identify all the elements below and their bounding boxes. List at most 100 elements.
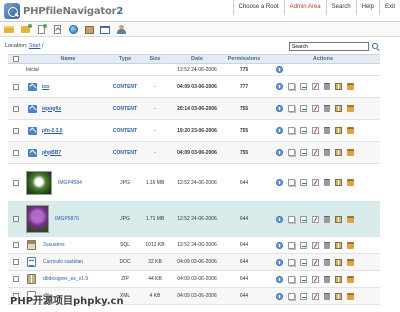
edit-icon[interactable] — [312, 179, 319, 186]
folder-row[interactable]: iepngfix CONTENT - 20:14 03-06-2006 755 — [8, 98, 380, 120]
row-checkbox[interactable] — [13, 242, 19, 248]
globe-icon[interactable] — [67, 24, 79, 35]
permissions-lock-icon[interactable] — [347, 215, 354, 223]
delete-icon[interactable] — [324, 258, 330, 266]
row-checkbox[interactable] — [13, 276, 19, 282]
compress-icon[interactable] — [335, 149, 342, 156]
rename-icon[interactable] — [300, 258, 307, 266]
edit-icon[interactable] — [312, 83, 319, 90]
nav-choose-root[interactable]: Choose a Root — [232, 0, 284, 15]
delete-icon[interactable] — [324, 127, 330, 134]
select-all-checkbox[interactable] — [13, 56, 19, 62]
nav-exit[interactable]: Exit — [378, 0, 400, 15]
permissions-lock-icon[interactable] — [347, 241, 354, 249]
row-name[interactable]: IMGP4584 — [58, 180, 82, 186]
row-name[interactable]: Curriculo castelan — [43, 259, 83, 265]
info-icon[interactable] — [276, 66, 283, 73]
edit-icon[interactable] — [312, 149, 319, 156]
edit-icon[interactable] — [312, 127, 319, 134]
info-icon[interactable] — [276, 127, 283, 134]
compress-icon[interactable] — [335, 83, 342, 90]
compress-icon[interactable] — [335, 241, 342, 249]
file-row[interactable]: Curriculo castelan DOC 32 KB 04:09 03-06-20… — [8, 254, 380, 271]
info-icon[interactable] — [276, 83, 283, 90]
row-name[interactable]: iepngfix — [42, 106, 61, 112]
row-checkbox[interactable] — [13, 259, 19, 265]
search-input[interactable] — [289, 42, 369, 51]
compress-icon[interactable] — [335, 275, 342, 283]
copy-icon[interactable] — [288, 215, 295, 223]
image-thumbnail[interactable] — [26, 205, 49, 233]
copy-icon[interactable] — [288, 83, 295, 90]
delete-icon[interactable] — [324, 275, 330, 283]
logo[interactable]: PHPfileNavigator2 — [4, 2, 123, 20]
file-row[interactable]: 2usuarios SQL 1012 KB 12:52 24-06-2006 644 — [8, 237, 380, 254]
file-row[interactable]: dbdesigner_es_v1.9 ZIP 44 KB 04:09 03-06-20… — [8, 271, 380, 288]
header-type[interactable]: Type — [112, 56, 138, 62]
info-icon[interactable] — [276, 241, 283, 249]
delete-icon[interactable] — [324, 179, 330, 186]
rename-icon[interactable] — [300, 83, 307, 90]
rename-icon[interactable] — [300, 105, 307, 112]
header-date[interactable]: Date — [172, 56, 222, 62]
delete-icon[interactable] — [324, 241, 330, 249]
header-permissions[interactable]: Permissions — [222, 56, 266, 62]
info-icon[interactable] — [276, 179, 283, 186]
rename-icon[interactable] — [300, 127, 307, 134]
new-folder-icon[interactable] — [19, 24, 32, 35]
folder-row[interactable]: phpBB7 CONTENT - 04:09 03-06-2006 755 — [8, 142, 380, 164]
folder-row[interactable]: pfn-2.3.0 CONTENT - 19:20 23-06-2006 755 — [8, 120, 380, 142]
delete-icon[interactable] — [324, 215, 330, 223]
row-name[interactable]: dbdesigner_es_v1.9 — [43, 276, 88, 282]
permissions-lock-icon[interactable] — [347, 105, 354, 112]
folder-row[interactable]: ico CONTENT - 04:09 03-06-2006 777 — [8, 76, 380, 98]
permissions-lock-icon[interactable] — [347, 149, 354, 156]
delete-icon[interactable] — [324, 149, 330, 156]
compress-icon[interactable] — [335, 215, 342, 223]
nav-help[interactable]: Help — [355, 0, 379, 15]
copy-icon[interactable] — [288, 127, 295, 134]
compress-icon[interactable] — [335, 127, 342, 134]
edit-icon[interactable] — [312, 241, 319, 249]
open-folder-icon[interactable] — [3, 24, 15, 35]
row-checkbox[interactable] — [13, 127, 19, 134]
edit-icon[interactable] — [312, 258, 319, 266]
header-size[interactable]: Size — [138, 56, 172, 62]
row-checkbox[interactable] — [13, 105, 19, 112]
edit-icon[interactable] — [312, 105, 319, 112]
row-name[interactable]: ico — [42, 84, 49, 90]
compress-icon[interactable] — [335, 258, 342, 266]
compress-icon[interactable] — [335, 179, 342, 186]
row-name[interactable]: 2usuarios — [43, 242, 65, 248]
info-icon[interactable] — [276, 215, 283, 223]
delete-icon[interactable] — [324, 83, 330, 90]
new-file-icon[interactable] — [35, 24, 47, 35]
info-icon[interactable] — [276, 105, 283, 112]
archive-icon[interactable] — [83, 24, 95, 35]
nav-search[interactable]: Search — [325, 0, 356, 15]
info-icon[interactable] — [276, 258, 283, 266]
permissions-lock-icon[interactable] — [347, 275, 354, 283]
row-checkbox[interactable] — [13, 83, 19, 90]
row-name[interactable]: IMGP5870 — [55, 216, 79, 222]
parent-row[interactable]: Inicial 12:52 24-06-2006 775 — [8, 64, 380, 76]
copy-icon[interactable] — [288, 105, 295, 112]
row-checkbox[interactable] — [13, 149, 19, 156]
info-icon[interactable] — [276, 275, 283, 283]
rename-icon[interactable] — [300, 215, 307, 223]
row-name[interactable]: phpBB7 — [42, 150, 61, 156]
image-thumbnail[interactable] — [26, 170, 52, 195]
permissions-lock-icon[interactable] — [347, 127, 354, 134]
permissions-lock-icon[interactable] — [347, 83, 354, 90]
file-row[interactable]: IMGP4584 JPG 1.16 MB 12:52 24-06-2006 644 — [8, 164, 380, 202]
nav-admin-area[interactable]: Admin Area — [283, 0, 326, 15]
copy-icon[interactable] — [288, 179, 295, 186]
rename-icon[interactable] — [300, 275, 307, 283]
edit-icon[interactable] — [312, 275, 319, 283]
compress-icon[interactable] — [335, 105, 342, 112]
row-checkbox[interactable] — [13, 179, 19, 186]
window-icon[interactable] — [99, 24, 111, 35]
search-icon[interactable] — [372, 43, 379, 50]
file-row[interactable]: IMGP5870 JPG 1.71 MB 12:52 24-06-2006 644 — [8, 202, 380, 237]
header-name[interactable]: Name — [24, 56, 112, 62]
